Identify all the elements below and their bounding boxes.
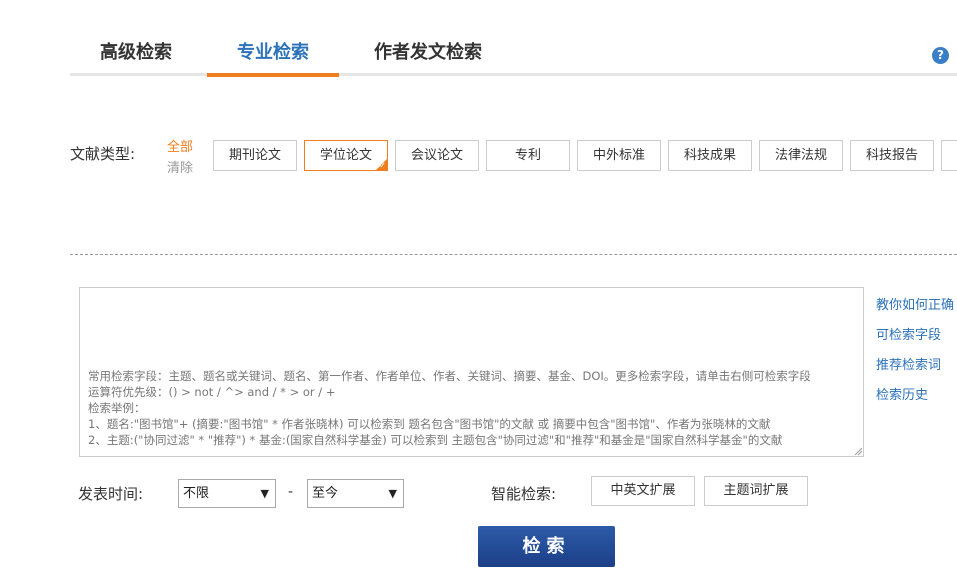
date-from-value: 不限	[183, 486, 210, 501]
cn-en-expand-button[interactable]: 中英文扩展	[591, 476, 695, 506]
doctype-more[interactable]	[941, 140, 957, 171]
subject-expand-button[interactable]: 主题词扩展	[704, 476, 808, 506]
divider	[70, 254, 957, 255]
smart-search-label: 智能检索:	[491, 485, 557, 503]
doctype-journal[interactable]: 期刊论文	[213, 140, 297, 171]
tab-advanced-search[interactable]: 高级检索	[70, 38, 202, 76]
date-separator: -	[288, 484, 294, 500]
query-placeholder: 常用检索字段：主题、题名或关键词、题名、第一作者、作者单位、作者、关键词、摘要、…	[88, 369, 811, 447]
publish-date-label: 发表时间:	[78, 485, 144, 503]
date-to-select[interactable]: 至今 ▼	[307, 479, 404, 508]
date-from-select[interactable]: 不限 ▼	[178, 479, 276, 508]
doctype-conference[interactable]: 会议论文	[395, 140, 479, 171]
doctype-patent[interactable]: 专利	[486, 140, 570, 171]
search-button[interactable]: 检索	[478, 526, 615, 567]
chevron-down-icon: ▼	[388, 487, 397, 500]
chevron-down-icon: ▼	[260, 487, 269, 500]
tab-professional-search[interactable]: 专业检索	[207, 38, 339, 76]
select-all-link[interactable]: 全部	[167, 136, 193, 155]
query-textarea[interactable]: 常用检索字段：主题、题名或关键词、题名、第一作者、作者单位、作者、关键词、摘要、…	[79, 287, 864, 457]
resize-handle-icon[interactable]	[853, 446, 862, 455]
doctype-thesis-label: 学位论文	[319, 148, 372, 163]
tab-author-search[interactable]: 作者发文检索	[348, 38, 508, 76]
tutorial-link[interactable]: 教你如何正确	[876, 294, 954, 313]
recommended-terms-link[interactable]: 推荐检索词	[876, 354, 941, 373]
doctype-report[interactable]: 科技报告	[850, 140, 934, 171]
search-tabs: 高级检索 专业检索 作者发文检索	[70, 30, 957, 77]
searchable-fields-link[interactable]: 可检索字段	[876, 324, 941, 343]
check-icon: ✓	[379, 161, 386, 170]
search-history-link[interactable]: 检索历史	[876, 384, 928, 403]
question-icon[interactable]: ?	[932, 47, 949, 64]
doctype-standard[interactable]: 中外标准	[577, 140, 661, 171]
clear-link[interactable]: 清除	[167, 157, 193, 176]
date-to-value: 至今	[312, 486, 339, 501]
doctype-achievement[interactable]: 科技成果	[668, 140, 752, 171]
doctype-label: 文献类型:	[70, 145, 136, 163]
doctype-law[interactable]: 法律法规	[759, 140, 843, 171]
doctype-thesis[interactable]: 学位论文 ✓	[304, 140, 388, 171]
active-tab-indicator	[207, 73, 339, 77]
